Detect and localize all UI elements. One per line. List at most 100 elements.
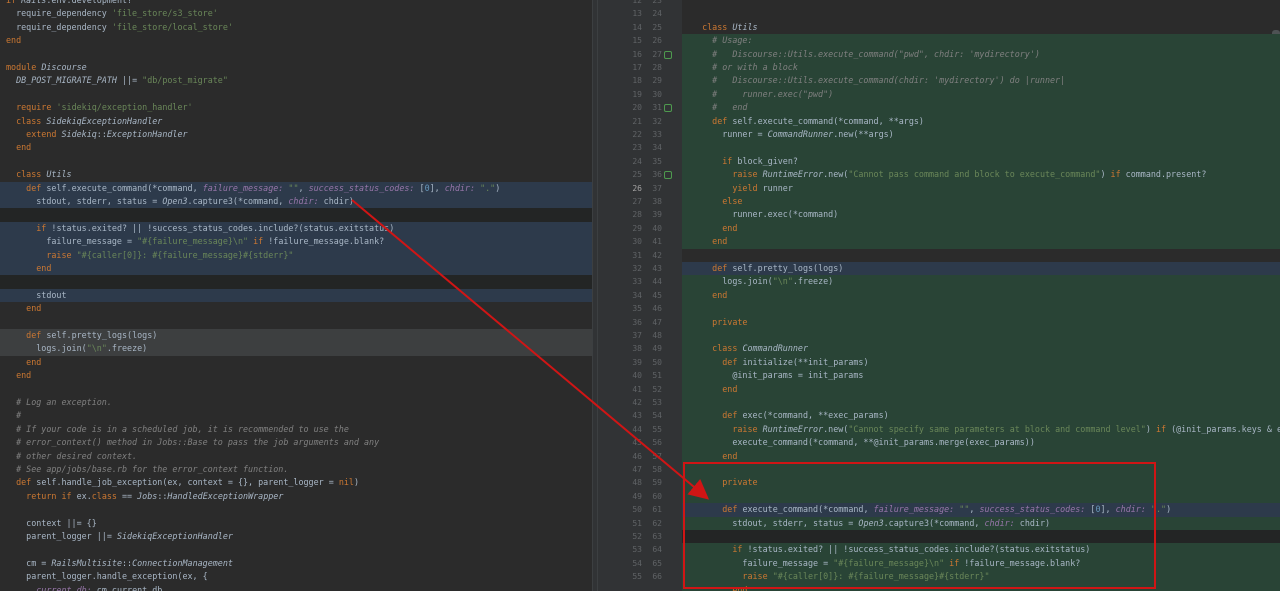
code-line[interactable]: if !status.exited? || !success_status_co… xyxy=(682,543,1280,557)
code-line[interactable] xyxy=(682,530,1280,544)
code-line[interactable] xyxy=(682,0,1280,7)
code-line[interactable]: cm = RailsMultisite::ConnectionManagemen… xyxy=(0,557,592,570)
code-line[interactable]: DB_POST_MIGRATE_PATH ||= "db/post_migrat… xyxy=(0,74,592,87)
code-line[interactable]: failure_message = "#{failure_message}\n"… xyxy=(0,235,592,249)
code-line[interactable]: stdout, stderr, status = Open3.capture3(… xyxy=(682,516,1280,530)
diff-change-marker-icon[interactable] xyxy=(664,50,672,59)
code-line[interactable] xyxy=(682,489,1280,504)
code-line[interactable]: logs.join("\n".freeze) xyxy=(0,342,592,356)
code-line[interactable]: private xyxy=(682,476,1280,490)
code-line[interactable]: logs.join("\n".freeze) xyxy=(682,275,1280,289)
code-line[interactable]: if Rails.env.development? xyxy=(0,0,592,7)
diff-change-marker-icon[interactable] xyxy=(664,171,672,180)
code-line[interactable]: require_dependency 'file_store/s3_store' xyxy=(0,7,592,20)
code-line[interactable]: end xyxy=(682,583,1280,591)
code-line[interactable]: # runner.exec("pwd") xyxy=(682,87,1280,102)
code-line[interactable]: def exec(*command, **exec_params) xyxy=(682,409,1280,423)
code-line[interactable]: end xyxy=(0,356,592,369)
code-line[interactable]: class SidekiqExceptionHandler xyxy=(0,115,592,128)
code-line[interactable]: # other desired context. xyxy=(0,450,592,463)
code-line[interactable]: end xyxy=(682,235,1280,249)
code-line[interactable]: def initialize(**init_params) xyxy=(682,355,1280,370)
code-line[interactable]: # See app/jobs/base.rb for the error_con… xyxy=(0,463,592,476)
code-line[interactable]: if !status.exited? || !success_status_co… xyxy=(0,221,592,236)
code-text: end xyxy=(6,35,22,46)
code-line[interactable]: class CommandRunner xyxy=(682,342,1280,356)
code-line[interactable] xyxy=(682,302,1280,316)
code-line[interactable]: require 'sidekiq/exception_handler' xyxy=(0,101,592,114)
code-line[interactable]: def execute_command(*command, failure_me… xyxy=(682,503,1280,517)
code-line[interactable]: def self.execute_command(*command, failu… xyxy=(0,181,592,195)
code-line[interactable]: # or with a block xyxy=(682,61,1280,75)
code-line[interactable] xyxy=(0,383,592,396)
code-line[interactable]: if block_given? xyxy=(682,154,1280,169)
code-line[interactable]: failure_message = "#{failure_message}\n"… xyxy=(682,556,1280,571)
code-line[interactable]: current_db: cm.current_db, xyxy=(0,584,592,591)
code-line[interactable]: end xyxy=(682,449,1280,463)
code-line[interactable]: end xyxy=(0,302,592,315)
code-line[interactable]: stdout xyxy=(0,288,592,303)
code-line[interactable]: end xyxy=(0,262,592,276)
code-line[interactable]: end xyxy=(0,34,592,47)
code-line[interactable]: end xyxy=(682,382,1280,396)
code-line[interactable]: parent_logger.handle_exception(ex, { xyxy=(0,570,592,583)
code-line[interactable]: def self.handle_job_exception(ex, contex… xyxy=(0,476,592,489)
code-line[interactable]: execute_command(*command, **@init_params… xyxy=(682,436,1280,450)
code-line[interactable]: # error_context() method in Jobs::Base t… xyxy=(0,436,592,449)
code-line[interactable]: raise RuntimeError.new("Cannot specify s… xyxy=(682,422,1280,437)
right-editor-pane[interactable]: class Utils # Usage: # Discourse::Utils.… xyxy=(682,0,1280,591)
code-line[interactable]: raise RuntimeError.new("Cannot pass comm… xyxy=(682,168,1280,182)
code-line[interactable]: def self.execute_command(*command, **arg… xyxy=(682,114,1280,128)
code-line[interactable]: parent_logger ||= SidekiqExceptionHandle… xyxy=(0,530,592,543)
code-line[interactable] xyxy=(0,88,592,101)
code-line[interactable]: end xyxy=(682,288,1280,303)
code-line[interactable] xyxy=(0,316,592,329)
code-line[interactable]: # If your code is in a scheduled job, it… xyxy=(0,423,592,436)
code-text: failure_message = "#{failure_message}\n"… xyxy=(6,236,385,247)
code-line[interactable]: context ||= {} xyxy=(0,517,592,530)
code-line[interactable]: yield runner xyxy=(682,181,1280,195)
code-line[interactable] xyxy=(682,249,1280,262)
code-line[interactable]: def self.pretty_logs(logs) xyxy=(0,329,592,343)
code-line[interactable] xyxy=(682,396,1280,410)
code-line[interactable]: raise "#{caller[0]}: #{failure_message}#… xyxy=(0,248,592,262)
code-line[interactable]: end xyxy=(0,369,592,382)
code-line[interactable]: # Log an exception. xyxy=(0,396,592,409)
code-line[interactable]: runner = CommandRunner.new(**args) xyxy=(682,128,1280,142)
code-line[interactable]: # Usage: xyxy=(682,34,1280,48)
diff-change-marker-icon[interactable] xyxy=(664,104,672,113)
code-line[interactable]: require_dependency 'file_store/local_sto… xyxy=(0,21,592,34)
code-line[interactable]: raise "#{caller[0]}: #{failure_message}#… xyxy=(682,570,1280,584)
left-editor-pane[interactable]: if Rails.env.development? require_depend… xyxy=(0,0,592,591)
code-line[interactable]: end xyxy=(0,141,592,154)
code-line[interactable] xyxy=(0,48,592,61)
code-line[interactable]: return if ex.class == Jobs::HandledExcep… xyxy=(0,490,592,503)
code-line[interactable]: module Discourse xyxy=(0,61,592,74)
code-line[interactable]: class Utils xyxy=(0,168,592,181)
code-line[interactable]: # xyxy=(0,409,592,422)
code-line[interactable]: # Discourse::Utils.execute_command("pwd"… xyxy=(682,47,1280,61)
code-line[interactable]: stdout, stderr, status = Open3.capture3(… xyxy=(0,195,592,209)
code-line[interactable]: class Utils xyxy=(682,21,1280,34)
code-line[interactable]: # end xyxy=(682,101,1280,115)
code-line[interactable]: # Discourse::Utils.execute_command(chdir… xyxy=(682,74,1280,88)
code-text: runner = CommandRunner.new(**args) xyxy=(692,129,894,139)
code-line[interactable]: extend Sidekiq::ExceptionHandler xyxy=(0,128,592,141)
code-line[interactable]: private xyxy=(682,315,1280,329)
code-line[interactable] xyxy=(0,503,592,516)
code-line[interactable]: runner.exec(*command) xyxy=(682,208,1280,222)
code-line[interactable]: def self.pretty_logs(logs) xyxy=(682,262,1280,276)
code-line[interactable]: end xyxy=(682,221,1280,236)
code-line[interactable]: else xyxy=(682,195,1280,209)
right-line-number: 30 xyxy=(652,89,662,99)
code-line[interactable] xyxy=(0,155,592,168)
code-line[interactable] xyxy=(682,7,1280,20)
code-line[interactable] xyxy=(682,141,1280,155)
code-line[interactable]: @init_params = init_params xyxy=(682,369,1280,383)
code-line[interactable] xyxy=(682,329,1280,343)
code-line[interactable] xyxy=(0,543,592,556)
right-line-number: 36 xyxy=(652,170,662,180)
code-line[interactable] xyxy=(0,275,592,289)
code-line[interactable] xyxy=(682,463,1280,477)
code-line[interactable] xyxy=(0,208,592,222)
